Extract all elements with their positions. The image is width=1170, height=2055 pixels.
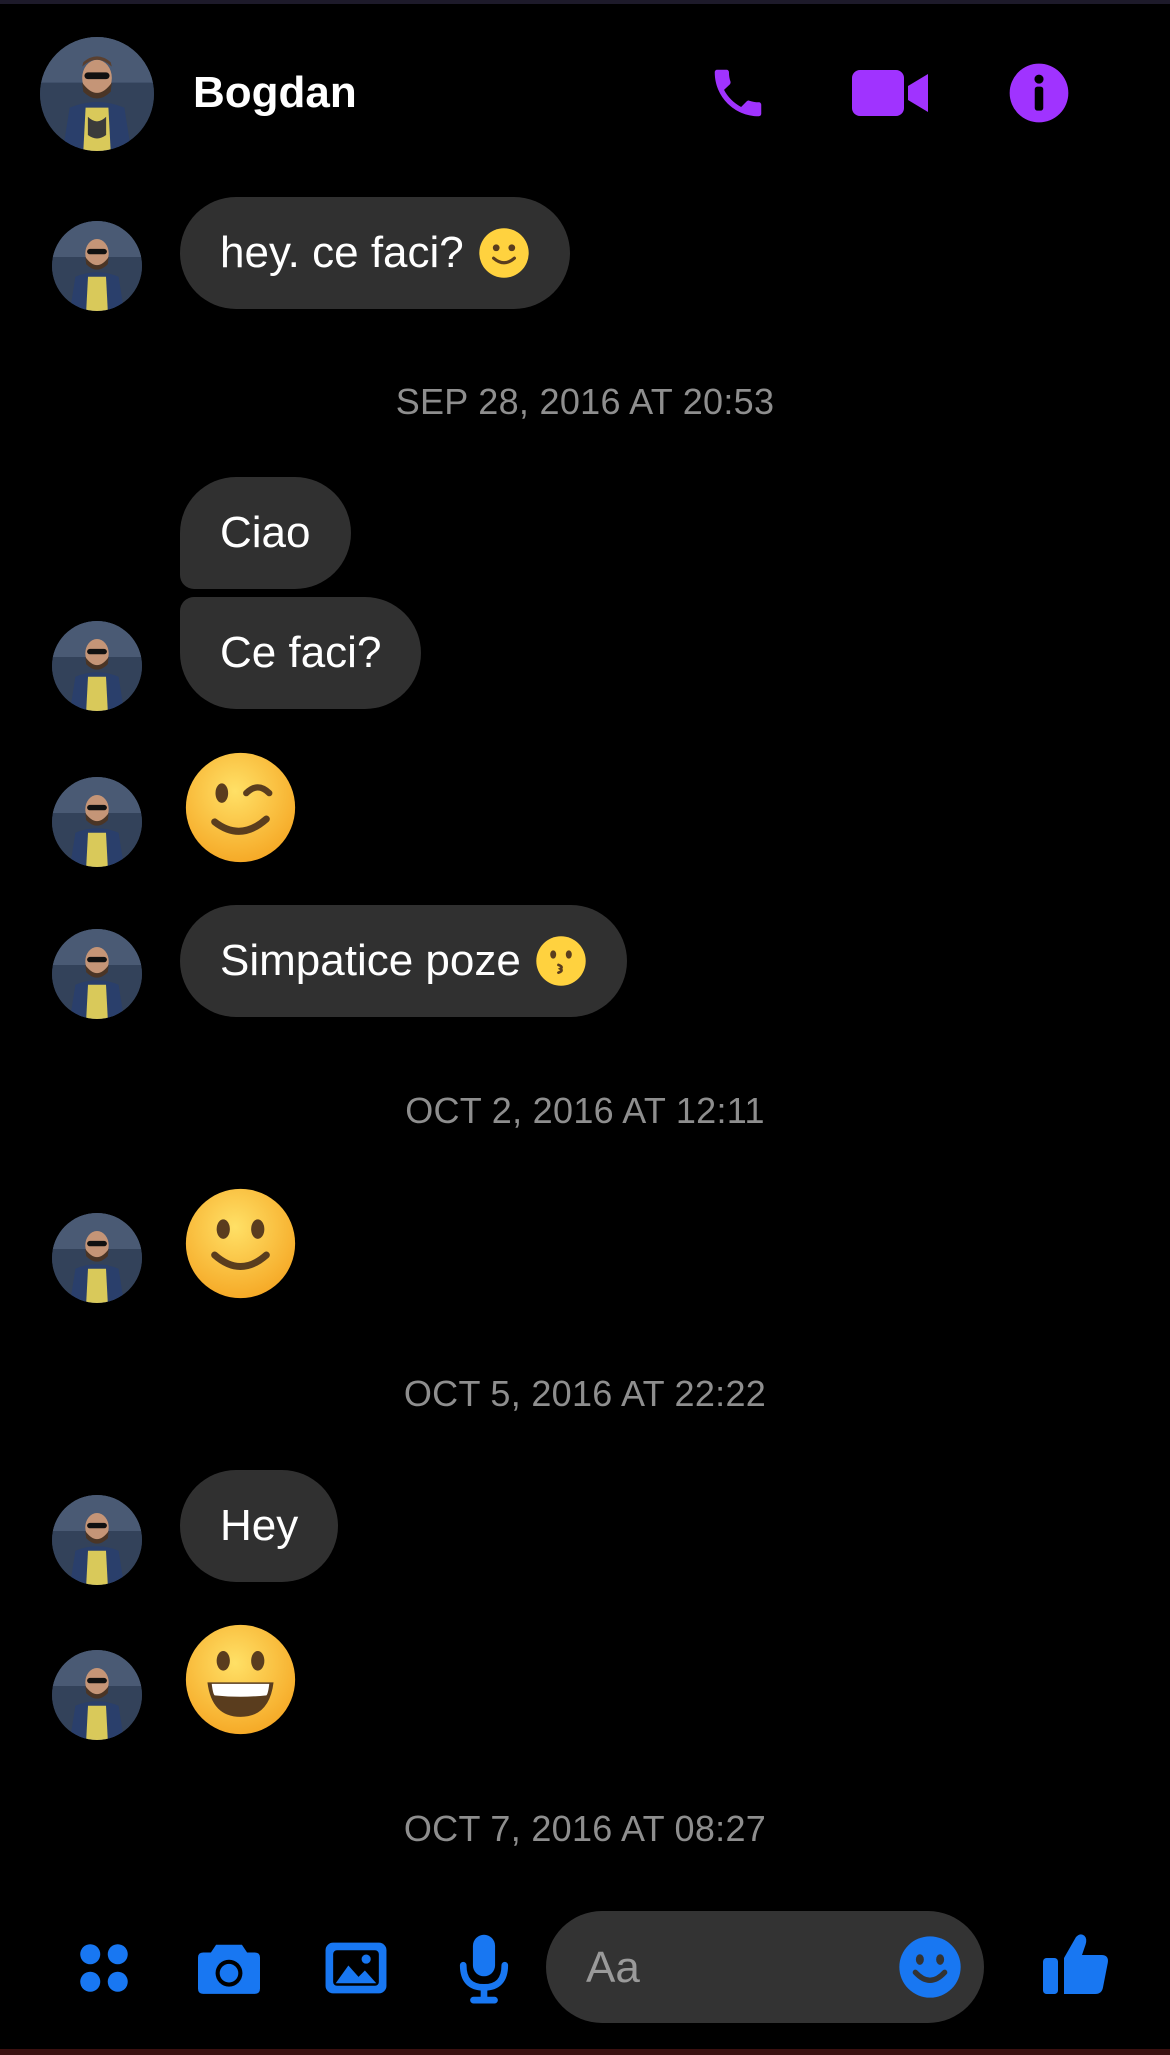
apps-icon <box>80 1944 128 1992</box>
message-input-box[interactable] <box>546 1911 984 2025</box>
avatar-photo <box>52 1495 142 1585</box>
gallery-icon <box>325 1942 387 1994</box>
avatar-photo <box>52 929 142 1019</box>
contact-name[interactable]: Bogdan <box>193 68 357 118</box>
grinning-face-icon[interactable] <box>183 1622 298 1737</box>
sender-avatar[interactable] <box>52 929 142 1019</box>
more-actions-button[interactable] <box>68 1932 140 2004</box>
sender-avatar[interactable] <box>52 621 142 711</box>
camera-icon <box>198 1944 260 1994</box>
winking-face-icon[interactable] <box>183 750 298 865</box>
audio-call-button[interactable] <box>703 58 773 128</box>
voice-message-button[interactable] <box>448 1932 520 2004</box>
thumbs-up-icon <box>1043 1934 1108 1994</box>
sender-avatar[interactable] <box>52 1495 142 1585</box>
message-input[interactable] <box>584 1911 868 2025</box>
timestamp-divider: SEP 28, 2016 AT 20:53 <box>395 381 775 422</box>
info-icon <box>1009 63 1069 123</box>
gallery-button[interactable] <box>320 1932 392 2004</box>
bottom-edge-strip <box>0 2049 1170 2055</box>
sender-avatar[interactable] <box>52 1213 142 1303</box>
phone-icon <box>714 69 762 117</box>
camera-button[interactable] <box>193 1932 265 2004</box>
timestamp-divider: OCT 2, 2016 AT 12:11 <box>405 1090 765 1131</box>
slightly-smiling-face-icon[interactable] <box>183 1186 298 1301</box>
avatar-photo <box>52 1650 142 1740</box>
sender-avatar[interactable] <box>52 221 142 311</box>
message-text: Ce faci? <box>220 628 382 677</box>
message-bubble[interactable]: Simpatice poze <box>180 905 627 1017</box>
like-button[interactable] <box>1036 1924 1116 2004</box>
timestamp-divider: OCT 5, 2016 AT 22:22 <box>403 1373 767 1414</box>
avatar-photo <box>52 621 142 711</box>
sender-avatar[interactable] <box>52 777 142 867</box>
message-bubble[interactable]: Hey <box>180 1470 339 1582</box>
avatar-photo <box>40 37 154 151</box>
kissing-face-icon <box>536 936 586 986</box>
message-text: Ciao <box>220 508 311 557</box>
chat-header: Bogdan <box>0 0 1170 185</box>
message-bubble[interactable]: Ciao <box>180 477 351 589</box>
video-call-button[interactable] <box>850 58 930 128</box>
message-text: Hey <box>220 1501 299 1550</box>
timestamp-divider: OCT 7, 2016 AT 08:27 <box>403 1808 767 1849</box>
message-text: Simpatice poze <box>220 936 521 985</box>
avatar-photo <box>52 777 142 867</box>
contact-avatar[interactable] <box>40 37 154 151</box>
microphone-icon <box>459 1934 509 2004</box>
message-text: hey. ce faci? <box>220 228 464 277</box>
sender-avatar[interactable] <box>52 1650 142 1740</box>
conversation-info-button[interactable] <box>1004 58 1074 128</box>
video-camera-icon <box>852 70 928 116</box>
avatar-photo <box>52 221 142 311</box>
message-bubble[interactable]: hey. ce faci? <box>180 197 570 309</box>
emoji-icon[interactable] <box>898 1935 962 1999</box>
slightly-smiling-face-icon <box>479 228 529 278</box>
avatar-photo <box>52 1213 142 1303</box>
message-bubble[interactable]: Ce faci? <box>180 597 422 709</box>
